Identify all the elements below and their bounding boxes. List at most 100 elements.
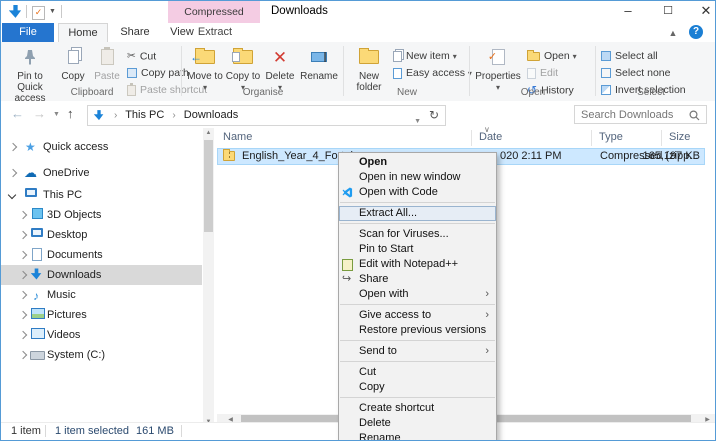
menu-item-open-with-code[interactable]: Open with Code xyxy=(339,185,496,200)
sidebar-item-quick-access[interactable]: ★ Quick access xyxy=(1,137,202,157)
menu-separator xyxy=(340,202,495,203)
menu-item-edit-with-notepadpp[interactable]: Edit with Notepad++ xyxy=(339,257,496,272)
open-icon xyxy=(527,49,540,61)
sidebar-item-this-pc[interactable]: This PC xyxy=(1,185,202,205)
tab-share[interactable]: Share xyxy=(111,23,159,42)
sidebar-item-label: This PC xyxy=(43,189,83,201)
menu-item-send-to[interactable]: Send to › xyxy=(339,344,496,359)
sidebar-item-label: 3D Objects xyxy=(47,209,102,221)
copy-path-button[interactable]: Copy path xyxy=(127,65,189,82)
easy-access-icon xyxy=(393,67,402,79)
scrollbar-thumb[interactable] xyxy=(204,140,213,232)
cut-icon: ✂ xyxy=(127,50,136,62)
sidebar-item-label: Pictures xyxy=(47,309,87,321)
qat-properties-icon[interactable]: ✓ xyxy=(32,6,45,20)
chevron-right-icon[interactable] xyxy=(8,142,18,152)
column-header-name[interactable]: Name xyxy=(223,131,252,143)
forward-icon[interactable]: → xyxy=(33,106,46,121)
menu-item-open[interactable]: Open xyxy=(339,155,496,170)
new-item-button[interactable]: New item ▾ xyxy=(393,48,457,65)
tab-home[interactable]: Home xyxy=(58,23,108,43)
column-separator[interactable] xyxy=(591,130,592,146)
notepadpp-icon xyxy=(342,259,353,271)
minimize-button[interactable]: – xyxy=(611,1,645,23)
chevron-right-icon[interactable] xyxy=(18,270,28,280)
menu-item-create-shortcut[interactable]: Create shortcut xyxy=(339,401,496,416)
menu-item-open-with[interactable]: Open with › xyxy=(339,287,496,302)
select-none-icon xyxy=(601,68,611,79)
sidebar-item-3d-objects[interactable]: 3D Objects xyxy=(1,205,202,225)
sidebar-item-label: Music xyxy=(47,289,76,301)
tab-extract[interactable]: Extract xyxy=(184,23,246,42)
menu-item-give-access-to[interactable]: Give access to › xyxy=(339,308,496,323)
breadcrumb-downloads[interactable]: Downloads xyxy=(184,109,238,121)
group-label-clipboard: Clipboard xyxy=(70,87,114,98)
sidebar-scrollbar[interactable]: ▲ ▼ xyxy=(203,128,214,426)
column-header-size[interactable]: Size xyxy=(669,131,690,143)
column-header-date[interactable]: Date xyxy=(479,131,502,143)
menu-item-delete[interactable]: Delete xyxy=(339,416,496,431)
dropdown-caret: ▾ xyxy=(572,52,577,61)
qat-customize-icon[interactable]: ▼ xyxy=(49,8,56,15)
chevron-right-icon[interactable] xyxy=(18,290,28,300)
menu-item-rename[interactable]: Rename xyxy=(339,431,496,440)
breadcrumb-this-pc[interactable]: This PC xyxy=(125,109,164,121)
chevron-right-icon[interactable] xyxy=(8,168,18,178)
up-icon[interactable]: ↑ xyxy=(67,106,74,121)
sidebar-item-music[interactable]: ♪ Music xyxy=(1,285,202,305)
onedrive-cloud-icon: ☁ xyxy=(24,165,37,180)
documents-icon xyxy=(32,248,42,261)
column-header-type[interactable]: Type xyxy=(599,131,623,143)
status-separator xyxy=(45,425,46,437)
column-separator[interactable] xyxy=(661,130,662,146)
menu-item-open-in-new-window[interactable]: Open in new window xyxy=(339,170,496,185)
select-none-button[interactable]: Select none xyxy=(601,65,670,82)
chevron-right-icon[interactable] xyxy=(18,250,28,260)
address-bar[interactable]: › This PC › Downloads ▼ ↻ xyxy=(87,105,446,126)
chevron-right-icon[interactable] xyxy=(18,330,28,340)
chevron-right-icon[interactable] xyxy=(18,230,28,240)
column-separator[interactable] xyxy=(471,130,472,146)
file-size: 165,197 KB xyxy=(642,150,701,162)
maximize-button[interactable]: ☐ xyxy=(651,1,685,23)
cut-button[interactable]: ✂ Cut xyxy=(127,48,156,65)
help-icon[interactable]: ? xyxy=(689,25,703,39)
refresh-icon[interactable]: ↻ xyxy=(429,106,439,125)
menu-item-extract-all[interactable]: Extract All... xyxy=(339,206,496,221)
search-input[interactable]: Search Downloads xyxy=(574,105,707,124)
move-to-icon: ← xyxy=(187,45,223,69)
menu-item-restore-previous-versions[interactable]: Restore previous versions xyxy=(339,323,496,338)
menu-item-cut[interactable]: Cut xyxy=(339,365,496,380)
close-button[interactable]: ✕ xyxy=(689,1,715,23)
menu-item-copy[interactable]: Copy xyxy=(339,380,496,395)
select-all-button[interactable]: Select all xyxy=(601,48,658,65)
easy-access-button[interactable]: Easy access ▾ xyxy=(393,65,472,82)
this-pc-icon xyxy=(25,188,37,197)
back-icon[interactable]: ← xyxy=(11,106,24,121)
sidebar-item-system-c[interactable]: System (C:) xyxy=(1,345,202,365)
collapse-ribbon-icon[interactable]: ▲ xyxy=(665,26,681,40)
chevron-down-icon[interactable] xyxy=(7,190,17,200)
ribbon-tab-row: File Home Share View Extract ▲ ? xyxy=(1,23,715,43)
group-label-select: Select xyxy=(637,87,665,98)
menu-item-share[interactable]: ↪ Share xyxy=(339,272,496,287)
menu-item-pin-to-start[interactable]: Pin to Start xyxy=(339,242,496,257)
edit-button[interactable]: Edit xyxy=(527,65,558,82)
scroll-up-icon[interactable]: ▲ xyxy=(203,130,214,136)
chevron-right-icon[interactable] xyxy=(18,210,28,220)
open-button[interactable]: Open ▾ xyxy=(527,48,577,65)
sidebar-item-downloads[interactable]: Downloads xyxy=(1,265,202,285)
new-folder-icon xyxy=(349,45,389,69)
chevron-right-icon[interactable] xyxy=(18,310,28,320)
button-label: Rename xyxy=(300,71,338,82)
sidebar-item-pictures[interactable]: Pictures xyxy=(1,305,202,325)
tab-file[interactable]: File xyxy=(2,23,54,42)
sidebar-item-documents[interactable]: Documents xyxy=(1,245,202,265)
paste-icon xyxy=(91,45,123,69)
nav-history-caret-icon[interactable]: ▼ xyxy=(53,111,60,118)
sidebar-item-desktop[interactable]: Desktop xyxy=(1,225,202,245)
sidebar-item-videos[interactable]: Videos xyxy=(1,325,202,345)
chevron-right-icon[interactable] xyxy=(18,350,28,360)
menu-item-scan-for-viruses[interactable]: Scan for Viruses... xyxy=(339,227,496,242)
sidebar-item-onedrive[interactable]: ☁ OneDrive xyxy=(1,163,202,183)
